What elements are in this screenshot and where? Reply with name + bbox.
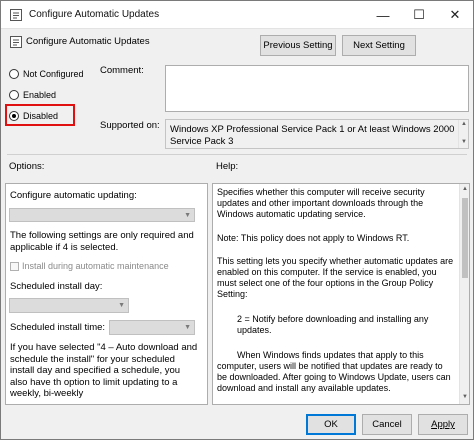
help-paragraph-4: 2 = Notify before downloading and instal… — [237, 314, 429, 335]
minimize-icon[interactable]: — — [365, 1, 401, 29]
radio-not-configured-label: Not Configured — [23, 69, 84, 79]
supported-on-value: Windows XP Professional Service Pack 1 o… — [170, 124, 455, 147]
scroll-up-icon[interactable]: ▲ — [460, 121, 468, 127]
maintenance-checkbox[interactable]: Install during automatic maintenance — [10, 261, 169, 272]
radio-circle[interactable] — [9, 69, 19, 79]
options-panel[interactable]: Configure automatic updating: ▼ The foll… — [5, 183, 208, 405]
comment-label: Comment: — [100, 65, 144, 76]
cancel-label: Cancel — [372, 419, 402, 430]
options-label: Options: — [9, 161, 45, 172]
scroll-down-icon[interactable]: ▼ — [460, 139, 468, 145]
apply-label: Apply — [431, 419, 455, 430]
radio-circle-checked[interactable] — [9, 111, 19, 121]
help-paragraph-2: Note: This policy does not apply to Wind… — [217, 233, 410, 243]
help-paragraph-5: When Windows finds updates that apply to… — [217, 350, 451, 393]
policy-icon — [10, 36, 22, 48]
next-setting-button[interactable]: Next Setting — [342, 35, 416, 56]
next-setting-label: Next Setting — [353, 40, 405, 51]
policy-icon — [10, 9, 22, 21]
checkbox-icon[interactable] — [10, 262, 19, 272]
policy-title: Configure Automatic Updates — [26, 36, 150, 47]
scroll-up-icon[interactable]: ▲ — [461, 186, 469, 192]
maximize-icon[interactable]: ☐ — [401, 1, 437, 29]
radio-circle[interactable] — [9, 90, 19, 100]
following-settings-note: The following settings are only required… — [10, 230, 194, 253]
comment-field[interactable] — [165, 65, 469, 112]
ok-button[interactable]: OK — [306, 414, 356, 435]
dropdown-arrow-icon: ▼ — [184, 324, 191, 331]
help-label: Help: — [216, 161, 239, 172]
configure-updating-dropdown[interactable]: ▼ — [9, 208, 195, 222]
install-time-label: Scheduled install time: — [10, 322, 106, 333]
schedule-description: If you have selected "4 – Auto download … — [10, 342, 198, 399]
help-panel[interactable]: Specifies whether this computer will rec… — [212, 183, 470, 405]
window-title: Configure Automatic Updates — [29, 9, 160, 20]
scroll-down-icon[interactable]: ▼ — [461, 394, 469, 400]
maintenance-label: Install during automatic maintenance — [22, 261, 169, 271]
configure-updating-label: Configure automatic updating: — [10, 190, 137, 201]
radio-enabled-label: Enabled — [23, 90, 57, 100]
radio-disabled-label: Disabled — [23, 111, 59, 121]
radio-not-configured[interactable]: Not Configured — [9, 67, 84, 81]
dialog-window: Configure Automatic Updates — ☐ ✕ Config… — [0, 0, 474, 440]
dropdown-arrow-icon: ▼ — [118, 302, 125, 309]
previous-setting-label: Previous Setting — [263, 40, 333, 51]
help-paragraph-1: Specifies whether this computer will rec… — [217, 187, 425, 219]
help-paragraph-3: This setting lets you specify whether au… — [217, 256, 454, 299]
scroll-thumb[interactable] — [462, 198, 468, 278]
help-scrollbar[interactable]: ▲ ▼ — [459, 184, 469, 404]
supported-on-label: Supported on: — [100, 120, 160, 131]
title-bar[interactable]: Configure Automatic Updates — ☐ ✕ — [1, 1, 473, 29]
close-icon[interactable]: ✕ — [437, 1, 473, 29]
section-divider — [7, 154, 467, 155]
dropdown-arrow-icon: ▼ — [184, 212, 191, 219]
ok-label: OK — [324, 419, 338, 430]
supported-scrollbar[interactable]: ▲ ▼ — [458, 120, 468, 148]
previous-setting-button[interactable]: Previous Setting — [260, 35, 336, 56]
apply-button[interactable]: Apply — [418, 414, 468, 435]
install-day-dropdown[interactable]: ▼ — [9, 298, 129, 313]
radio-disabled[interactable]: Disabled — [9, 109, 58, 123]
radio-enabled[interactable]: Enabled — [9, 88, 56, 102]
install-time-dropdown[interactable]: ▼ — [109, 320, 195, 335]
install-day-label: Scheduled install day: — [10, 281, 103, 292]
cancel-button[interactable]: Cancel — [362, 414, 412, 435]
